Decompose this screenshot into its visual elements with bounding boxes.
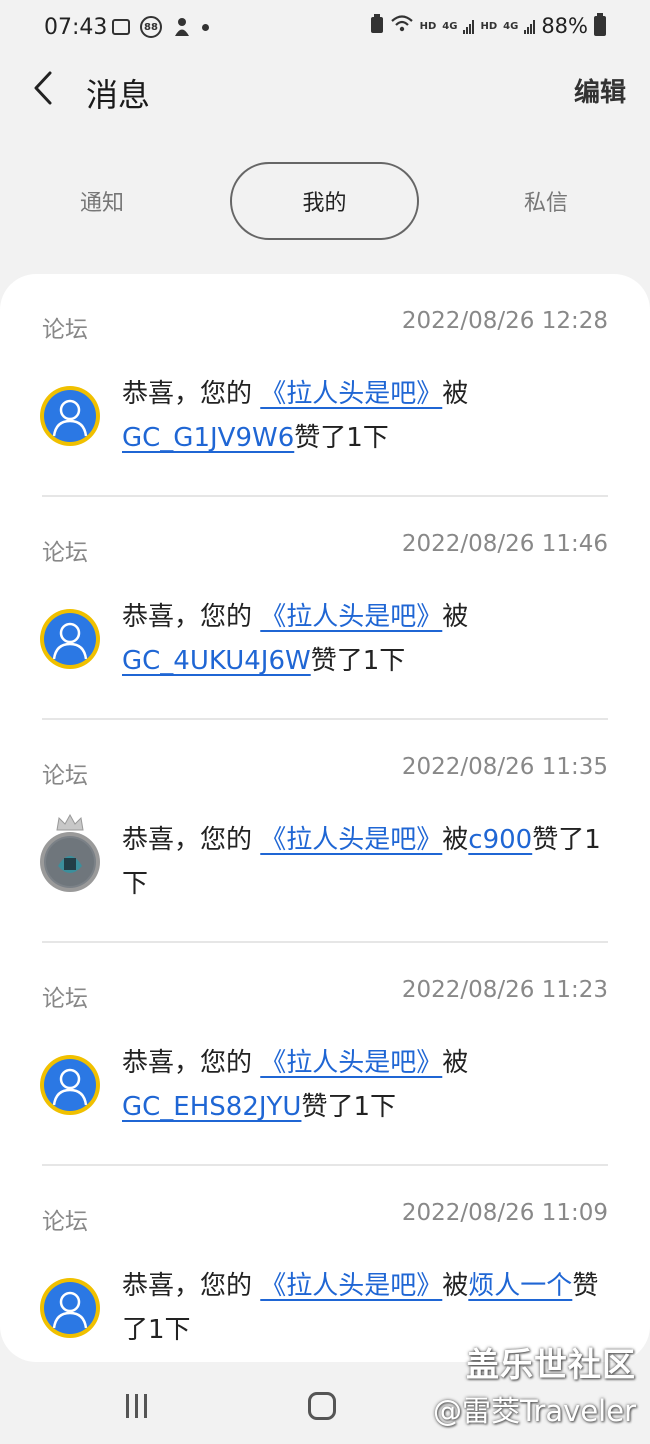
message-suffix: 赞了1下 bbox=[294, 423, 389, 453]
status-system-icons: HD 4G HD 4G 88% bbox=[370, 13, 606, 38]
message-prefix: 恭喜，您的 bbox=[122, 602, 261, 632]
badge-88-icon: 88 bbox=[140, 16, 162, 38]
message-mid: 被 bbox=[442, 1271, 469, 1301]
avatar[interactable] bbox=[40, 814, 100, 892]
page-title: 消息 bbox=[86, 76, 151, 114]
message-time: 2022/08/26 11:46 bbox=[401, 531, 608, 557]
status-bar: 07:43 88 HD 4G HD 4G 88% bbox=[0, 0, 650, 58]
post-link[interactable]: 《拉人头是吧》 bbox=[260, 825, 442, 855]
avatar[interactable] bbox=[40, 1278, 100, 1338]
message-source: 论坛 bbox=[42, 540, 88, 566]
crown-icon bbox=[56, 814, 84, 831]
back-arrow-icon bbox=[34, 71, 52, 105]
signal-strength-icon bbox=[463, 18, 475, 34]
user-link[interactable]: GC_4UKU4J6W bbox=[122, 646, 311, 676]
edit-button[interactable]: 编辑 bbox=[574, 72, 626, 109]
avatar[interactable] bbox=[40, 1055, 100, 1115]
back-button[interactable] bbox=[30, 70, 60, 106]
battery-percent: 88% bbox=[541, 14, 588, 38]
user-link[interactable]: 烦人一个 bbox=[468, 1271, 572, 1301]
signal-strength-icon-2 bbox=[524, 18, 536, 34]
message-text: 恭喜，您的 《拉人头是吧》被 GC_EHS82JYU赞了1下 bbox=[122, 1041, 610, 1129]
more-notifications-dot-icon bbox=[202, 23, 209, 31]
message-suffix: 赞了1下 bbox=[301, 1092, 396, 1122]
default-user-icon bbox=[44, 1282, 96, 1334]
recent-apps-button[interactable] bbox=[126, 1394, 147, 1418]
message-source: 论坛 bbox=[42, 1209, 88, 1235]
message-text: 恭喜，您的 《拉人头是吧》被 GC_G1JV9W6赞了1下 bbox=[122, 372, 610, 460]
status-notification-icons: 88 bbox=[112, 16, 209, 38]
user-link[interactable]: GC_G1JV9W6 bbox=[122, 423, 294, 453]
default-user-icon bbox=[44, 1059, 96, 1111]
home-button[interactable] bbox=[308, 1392, 336, 1420]
tab-notifications[interactable]: 通知 bbox=[22, 162, 182, 240]
message-source: 论坛 bbox=[42, 317, 88, 343]
status-time: 07:43 bbox=[44, 15, 108, 40]
network-type-label-2: HD bbox=[480, 20, 498, 32]
message-time: 2022/08/26 11:35 bbox=[401, 754, 608, 780]
battery-icon bbox=[594, 13, 606, 36]
message-time: 2022/08/26 12:28 bbox=[401, 308, 608, 334]
watermark-community: 盖乐世社区 bbox=[466, 1345, 636, 1384]
message-prefix: 恭喜，您的 bbox=[122, 1271, 261, 1301]
message-mid: 被 bbox=[442, 825, 469, 855]
list-item[interactable]: 论坛 2022/08/26 11:46 恭喜，您的 《拉人头是吧》被 GC_4UK… bbox=[0, 497, 650, 720]
list-item[interactable]: 论坛 2022/08/26 11:35 恭喜，您的 《拉人头是吧》被c900赞了… bbox=[0, 720, 650, 943]
post-link[interactable]: 《拉人头是吧》 bbox=[260, 602, 442, 632]
message-time: 2022/08/26 11:09 bbox=[401, 1200, 608, 1226]
message-mid: 被 bbox=[442, 1048, 469, 1078]
message-list: 论坛 2022/08/26 12:28 恭喜，您的 《拉人头是吧》被 GC_G1J… bbox=[0, 274, 650, 1362]
message-prefix: 恭喜，您的 bbox=[122, 1048, 261, 1078]
network-type-label: HD bbox=[419, 20, 437, 32]
message-prefix: 恭喜，您的 bbox=[122, 379, 261, 409]
message-text: 恭喜，您的 《拉人头是吧》被 GC_4UKU4J6W赞了1下 bbox=[122, 595, 610, 683]
user-link[interactable]: GC_EHS82JYU bbox=[122, 1092, 301, 1122]
message-tabs: 通知 我的 私信 bbox=[0, 162, 650, 240]
recycle-icon bbox=[370, 14, 384, 38]
message-suffix: 赞了1下 bbox=[310, 646, 406, 676]
message-source: 论坛 bbox=[42, 986, 88, 1012]
message-mid: 被 bbox=[442, 602, 469, 632]
post-link[interactable]: 《拉人头是吧》 bbox=[260, 379, 442, 409]
message-mid: 被 bbox=[442, 379, 469, 409]
list-item[interactable]: 论坛 2022/08/26 12:28 恭喜，您的 《拉人头是吧》被 GC_G1J… bbox=[0, 274, 650, 497]
user-link[interactable]: c900 bbox=[468, 825, 532, 855]
list-item[interactable]: 论坛 2022/08/26 11:23 恭喜，您的 《拉人头是吧》被 GC_EHS… bbox=[0, 943, 650, 1166]
app-notification-icon bbox=[172, 17, 192, 37]
tab-mine[interactable]: 我的 bbox=[230, 162, 419, 240]
default-user-icon bbox=[44, 390, 96, 442]
list-item[interactable]: 论坛 2022/08/26 11:09 恭喜，您的 《拉人头是吧》被烦人一个赞了… bbox=[0, 1166, 650, 1362]
watermark-author: @雷茭Traveler bbox=[433, 1394, 636, 1428]
message-prefix: 恭喜，您的 bbox=[122, 825, 261, 855]
avatar[interactable] bbox=[40, 386, 100, 446]
network-gen-label-2: 4G bbox=[503, 20, 519, 32]
wifi-icon bbox=[390, 14, 414, 38]
message-text: 恭喜，您的 《拉人头是吧》被c900赞了1下 bbox=[122, 818, 610, 906]
custom-avatar-icon bbox=[44, 836, 96, 888]
message-source: 论坛 bbox=[42, 763, 88, 789]
message-time: 2022/08/26 11:23 bbox=[401, 977, 608, 1003]
default-user-icon bbox=[44, 613, 96, 665]
post-link[interactable]: 《拉人头是吧》 bbox=[260, 1048, 442, 1078]
avatar[interactable] bbox=[40, 609, 100, 669]
gallery-icon bbox=[112, 19, 130, 35]
network-gen-label: 4G bbox=[442, 20, 458, 32]
header-bar: 消息 编辑 bbox=[0, 58, 650, 128]
post-link[interactable]: 《拉人头是吧》 bbox=[260, 1271, 442, 1301]
tab-private-messages[interactable]: 私信 bbox=[466, 162, 626, 240]
